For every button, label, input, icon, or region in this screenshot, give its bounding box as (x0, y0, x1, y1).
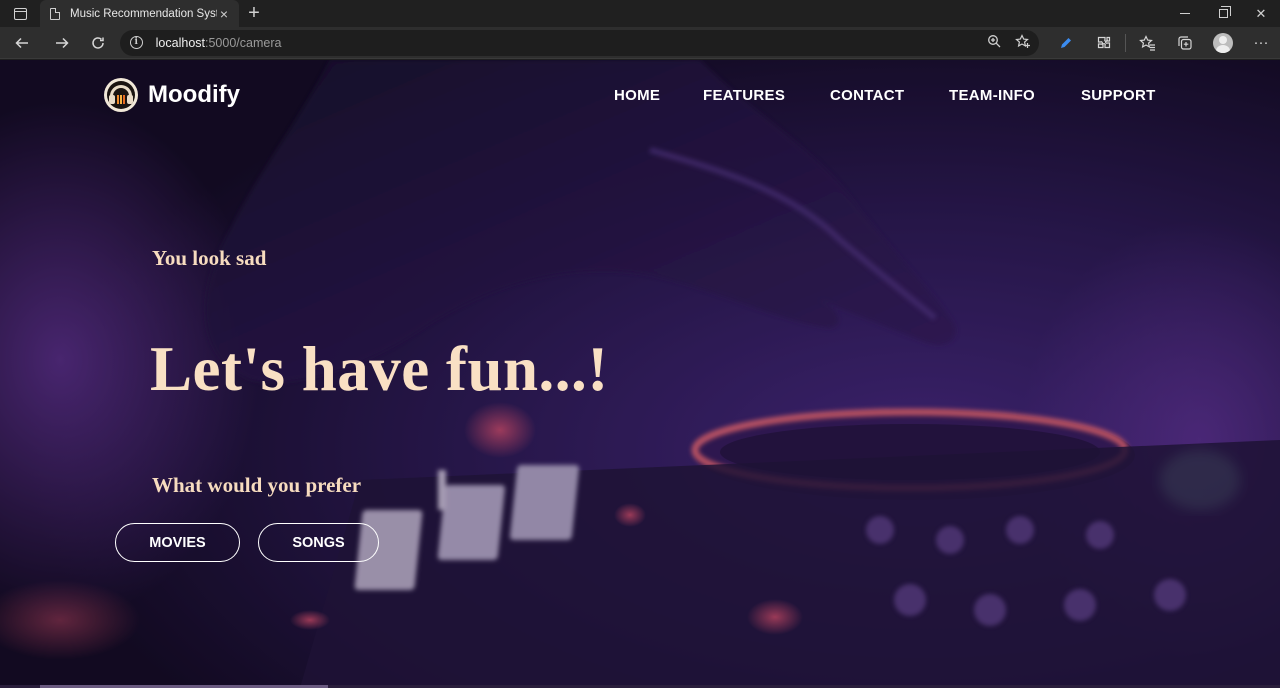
site-navbar: Moodify HOME FEATURES CONTACT TEAM-INFO … (0, 60, 1280, 132)
back-button[interactable] (0, 27, 44, 59)
more-menu-button[interactable]: ··· (1242, 27, 1280, 59)
forward-button[interactable] (44, 27, 80, 59)
restore-icon (1218, 6, 1231, 18)
detected-mood-text: You look sad (152, 246, 267, 270)
address-bar[interactable]: i localhost:5000/camera (119, 29, 1039, 56)
restore-button[interactable] (1204, 0, 1242, 27)
tab-actions-icon (13, 7, 27, 20)
extensions-area: ··· (1047, 27, 1280, 59)
site-info-icon[interactable]: i (129, 36, 143, 49)
url-path: :5000/camera (205, 35, 282, 50)
nav-team-info[interactable]: TEAM-INFO (949, 87, 1035, 104)
nav-support[interactable]: SUPPORT (1081, 87, 1156, 104)
tab-close-icon[interactable]: × (217, 6, 231, 22)
refresh-icon (92, 36, 104, 49)
url-text[interactable]: localhost:5000/camera (156, 36, 282, 50)
browser-tab[interactable]: Music Recommendation System × (40, 0, 239, 27)
songs-button[interactable]: SONGS (258, 523, 379, 562)
tab-actions-button[interactable] (0, 0, 40, 27)
close-window-button[interactable]: ✕ (1242, 0, 1280, 27)
new-tab-button[interactable]: + (239, 0, 269, 27)
browser-tab-strip: Music Recommendation System × + ✕ (0, 0, 1280, 27)
moodify-logo[interactable] (104, 78, 138, 112)
hero-headline: Let's have fun...! (150, 334, 609, 404)
pen-extension-icon[interactable] (1047, 27, 1085, 59)
back-arrow-icon (15, 37, 28, 48)
url-host: localhost (155, 35, 205, 50)
extensions-icon[interactable] (1085, 27, 1123, 59)
nav-features[interactable]: FEATURES (703, 87, 785, 104)
nav-home[interactable]: HOME (614, 87, 660, 104)
minimize-icon (1180, 13, 1190, 14)
page-viewport: Moodify HOME FEATURES CONTACT TEAM-INFO … (0, 60, 1280, 688)
toolbar-separator (1125, 33, 1126, 52)
profile-button[interactable] (1204, 27, 1242, 59)
brand-name[interactable]: Moodify (148, 81, 240, 109)
forward-arrow-icon (55, 37, 69, 48)
headphones-icon (107, 81, 135, 109)
profile-avatar (1213, 32, 1233, 53)
refresh-button[interactable] (80, 27, 116, 59)
favorites-icon[interactable] (1128, 27, 1166, 59)
zoom-icon[interactable] (987, 34, 1001, 51)
window-controls: ✕ (1166, 0, 1280, 27)
minimize-button[interactable] (1166, 0, 1204, 27)
preference-prompt: What would you prefer (152, 473, 362, 497)
page-icon (50, 7, 60, 20)
add-favorite-icon[interactable] (1015, 33, 1031, 52)
movies-button[interactable]: MOVIES (115, 523, 240, 562)
nav-contact[interactable]: CONTACT (830, 87, 904, 104)
collections-icon[interactable] (1166, 27, 1204, 59)
tab-title: Music Recommendation System (70, 7, 217, 20)
browser-toolbar: i localhost:5000/camera ··· (0, 27, 1280, 59)
